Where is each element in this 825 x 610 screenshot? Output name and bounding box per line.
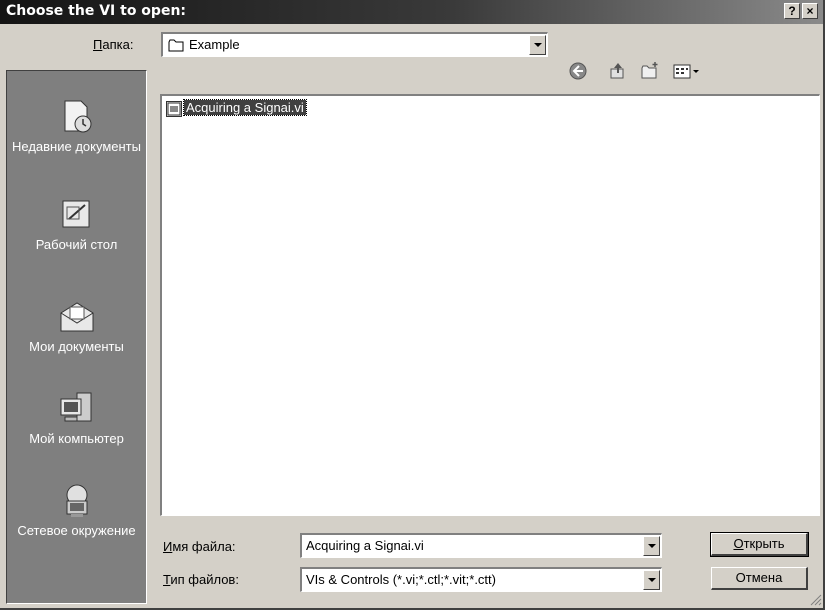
filetype-value: VIs & Controls (*.vi;*.ctl;*.vit;*.ctt) — [306, 572, 496, 587]
place-desktop-label: Рабочий стол — [35, 237, 118, 252]
my-documents-icon — [57, 299, 97, 335]
place-my-documents[interactable]: Мои документы — [7, 299, 146, 355]
desktop-icon — [57, 197, 97, 233]
recent-documents-icon — [57, 99, 97, 135]
dialog-title: Choose the VI to open: — [6, 3, 187, 19]
open-vi-dialog: Choose the VI to open: ? × Папка: Exampl… — [0, 0, 825, 610]
places-bar: Недавние документы Рабочий стол Мои доку… — [6, 70, 147, 604]
place-network[interactable]: Сетевое окружение — [7, 483, 146, 539]
place-network-label: Сетевое окружение — [17, 523, 136, 538]
filetype-label: Тип файлов: — [163, 572, 239, 587]
lookin-value: Example — [189, 37, 240, 52]
lookin-label: Папка: — [93, 37, 134, 52]
place-my-computer-label: Мой компьютер — [29, 431, 124, 446]
place-my-documents-label: Мои документы — [29, 339, 124, 354]
help-button[interactable]: ? — [784, 3, 800, 19]
lookin-combo[interactable]: Example — [161, 32, 548, 57]
back-icon[interactable] — [568, 61, 588, 81]
new-folder-icon[interactable] — [640, 61, 660, 81]
close-button[interactable]: × — [802, 3, 818, 19]
place-recent-label: Недавние документы — [12, 139, 141, 154]
place-my-computer[interactable]: Мой компьютер — [7, 391, 146, 447]
lookin-dropdown-button[interactable] — [529, 35, 546, 55]
open-button[interactable]: Открыть — [710, 532, 809, 557]
my-computer-icon — [57, 391, 97, 427]
filename-value: Acquiring a Signai.vi — [306, 538, 424, 553]
up-folder-icon[interactable] — [608, 61, 628, 81]
vi-file-icon — [166, 101, 182, 117]
filetype-dropdown-button[interactable] — [643, 570, 660, 590]
resize-grip-icon[interactable] — [808, 592, 822, 606]
filename-field[interactable]: Acquiring a Signai.vi — [300, 533, 662, 558]
file-name: Acquiring a Signai.vi — [183, 99, 307, 116]
filetype-select[interactable]: VIs & Controls (*.vi;*.ctl;*.vit;*.ctt) — [300, 567, 662, 592]
file-list[interactable]: Acquiring a Signai.vi — [160, 94, 820, 516]
title-bar[interactable]: Choose the VI to open: ? × — [0, 0, 823, 24]
folder-icon — [168, 39, 185, 55]
filename-label: Имя файла: — [163, 539, 236, 554]
network-icon — [57, 483, 97, 519]
place-recent-documents[interactable]: Недавние документы — [7, 99, 146, 155]
place-desktop[interactable]: Рабочий стол — [7, 197, 146, 253]
cancel-button[interactable]: Отмена — [711, 567, 808, 590]
filename-dropdown-button[interactable] — [643, 536, 660, 556]
view-menu-icon[interactable] — [672, 61, 702, 81]
